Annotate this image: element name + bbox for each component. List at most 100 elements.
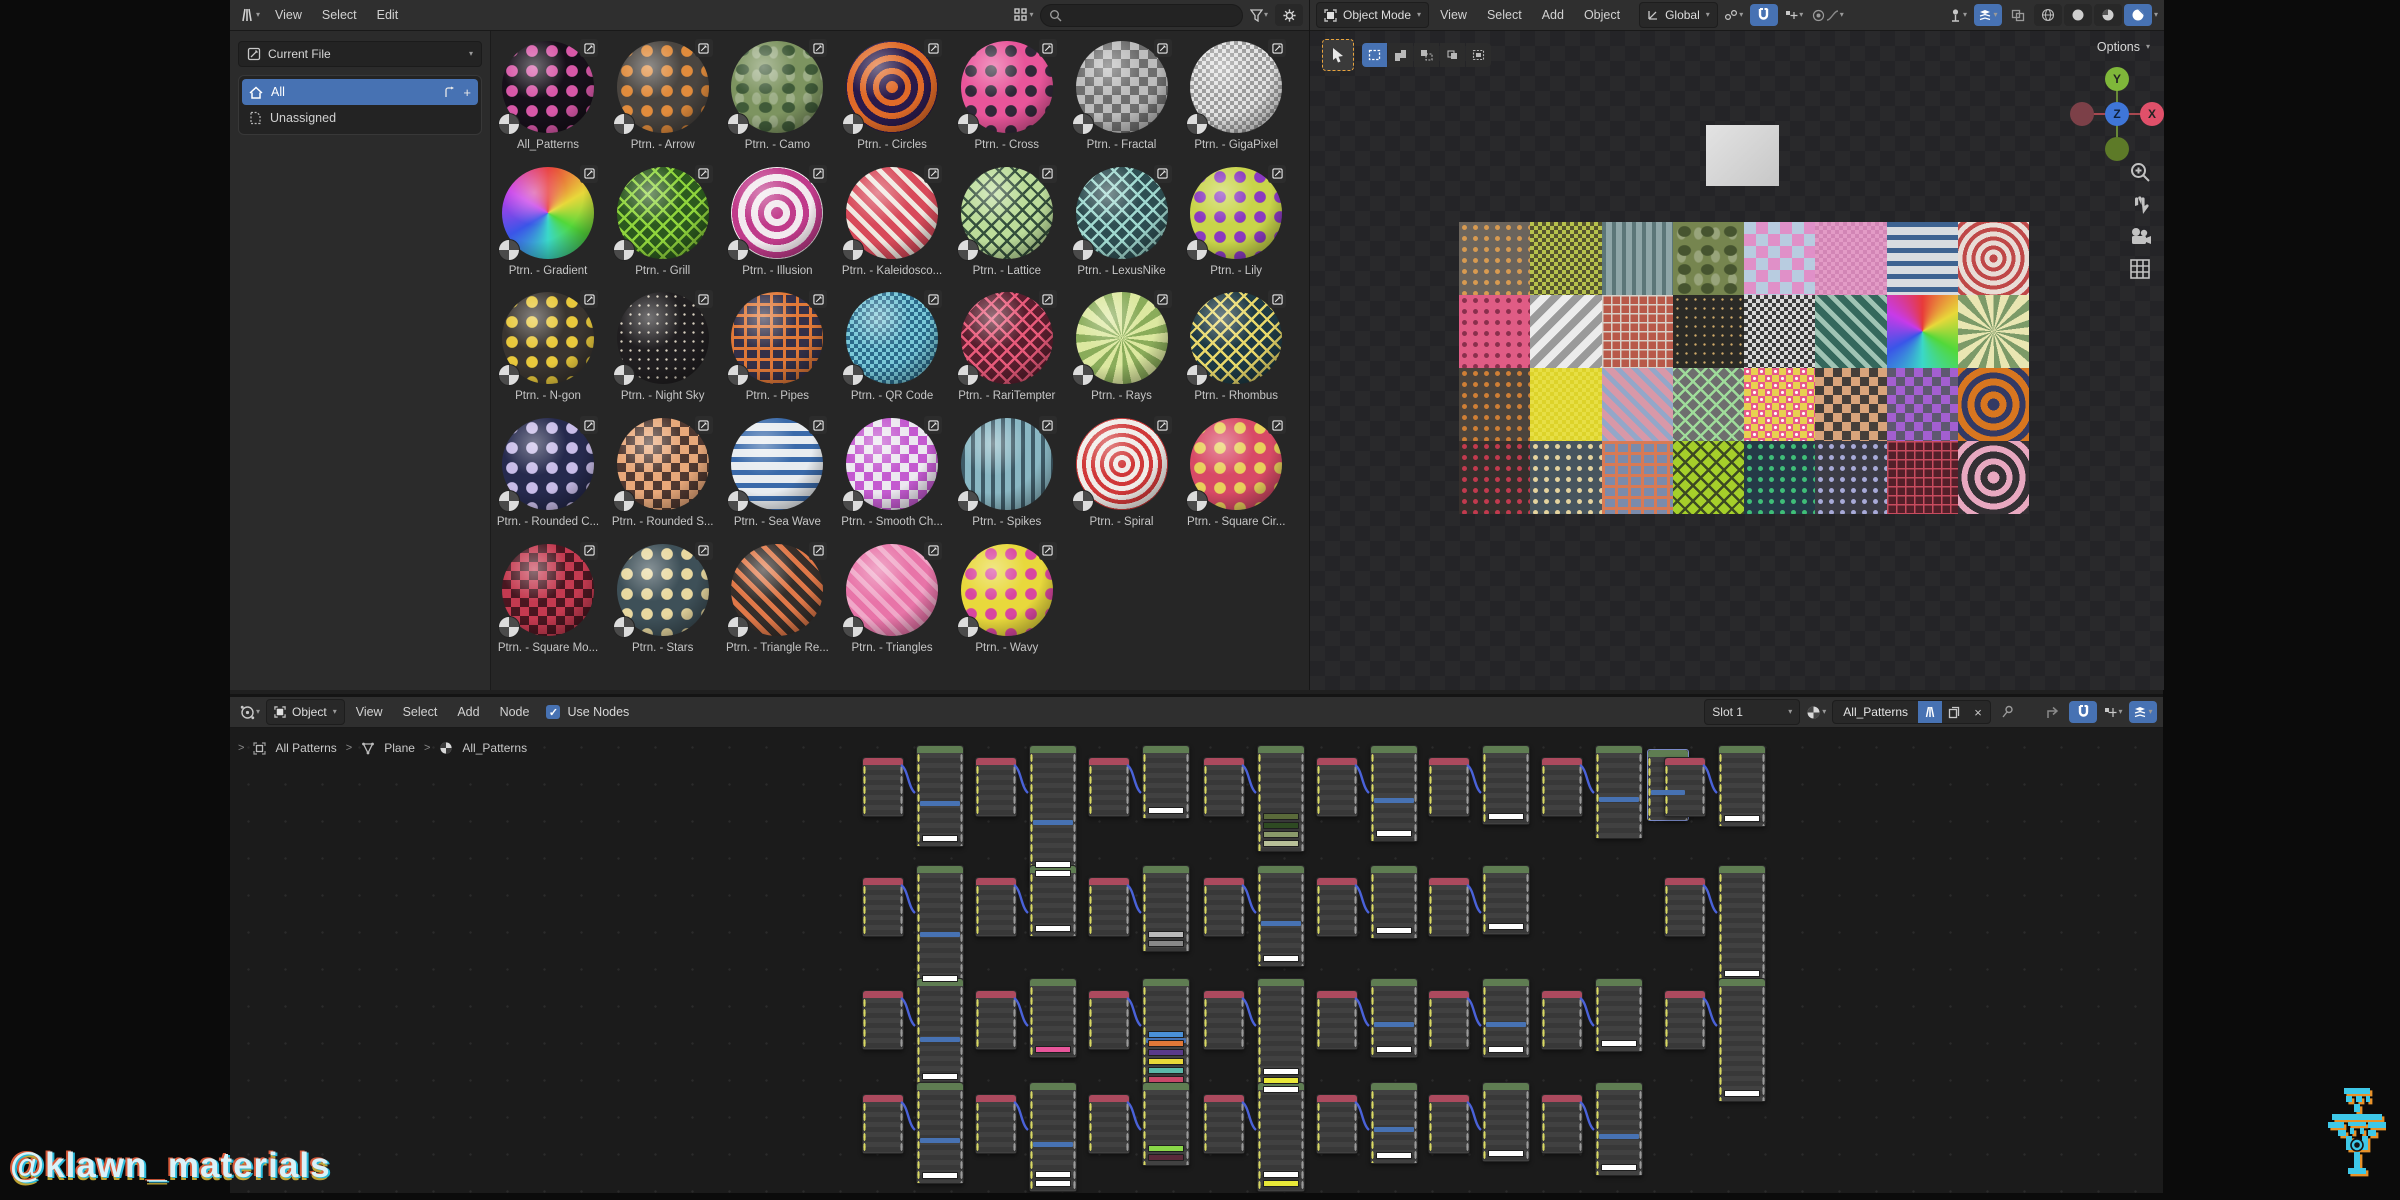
parent-node-tree-button[interactable] [2039,701,2067,723]
asset-item[interactable]: Ptrn. - QR Code [836,290,948,402]
snap-toggle-button[interactable] [1749,4,1778,26]
menu-object[interactable]: Object [1575,8,1629,22]
gizmo-axis-y[interactable]: Y [2105,67,2129,91]
menu-select[interactable]: Select [394,705,447,719]
texture-coordinate-node[interactable] [1428,1094,1470,1154]
tweak-tool-button[interactable] [1322,39,1354,71]
asset-item[interactable]: Ptrn. - Gradient [492,164,604,277]
texture-coordinate-node[interactable] [1316,757,1358,817]
node-cluster[interactable] [975,1082,1077,1192]
shading-wireframe-button[interactable] [2033,4,2062,26]
asset-item[interactable]: Ptrn. - RariTempter [951,290,1063,402]
texture-coordinate-node[interactable] [1316,1094,1358,1154]
asset-item[interactable]: Ptrn. - Smooth Ch... [836,416,948,528]
node-cluster[interactable] [1088,978,1190,1088]
node-cluster[interactable] [1203,745,1305,852]
texture-coordinate-node[interactable] [862,990,904,1050]
pattern-group-node[interactable] [916,745,964,847]
texture-coordinate-node[interactable] [1541,990,1583,1050]
node-cluster[interactable] [1316,745,1418,842]
asset-item[interactable]: Ptrn. - Square Mo... [492,541,604,654]
pattern-group-node[interactable] [1257,865,1305,967]
menu-edit[interactable]: Edit [368,8,408,22]
texture-coordinate-node[interactable] [975,990,1017,1050]
editor-type-asset-browser-icon[interactable]: ▾ [236,4,264,26]
node-cluster[interactable] [1428,865,1530,937]
pattern-group-node[interactable] [1370,1082,1418,1164]
texture-coordinate-node[interactable] [1088,757,1130,817]
pattern-group-node[interactable] [1029,745,1077,882]
node-cluster[interactable] [862,1082,964,1184]
asset-item[interactable]: Ptrn. - Stars [607,541,719,654]
pattern-group-node[interactable] [1257,745,1305,852]
texture-coordinate-node[interactable] [1316,990,1358,1050]
asset-item[interactable]: Ptrn. - Camo [721,39,833,151]
asset-item[interactable]: Ptrn. - Square Cir... [1180,416,1292,528]
camera-view-icon[interactable] [2128,227,2152,247]
asset-item[interactable]: Ptrn. - Spikes [951,416,1063,528]
gizmo-axis-y-neg[interactable] [2105,137,2129,161]
menu-add[interactable]: Add [1533,8,1573,22]
node-cluster[interactable] [1088,1082,1190,1166]
transform-orientation-select[interactable]: Global ▾ [1639,2,1718,28]
pattern-group-node[interactable] [1718,745,1766,827]
node-cluster[interactable] [1541,978,1643,1052]
pattern-group-node[interactable] [1370,865,1418,939]
menu-select[interactable]: Select [1478,8,1531,22]
mode-select[interactable]: Object Mode ▾ [1316,2,1430,28]
asset-item[interactable]: Ptrn. - Rays [1066,290,1178,402]
catalog-row-all[interactable]: All + [242,79,478,105]
asset-item[interactable]: Ptrn. - Grill [607,164,719,277]
pattern-group-node[interactable] [1370,978,1418,1058]
node-cluster[interactable] [975,978,1077,1058]
node-snap-target-button[interactable]: ▾ [2099,701,2127,723]
pattern-group-node[interactable] [1482,978,1530,1058]
texture-coordinate-node[interactable] [1203,990,1245,1050]
texture-coordinate-node[interactable] [862,1094,904,1154]
shading-material-button[interactable] [2093,4,2122,26]
texture-coordinate-node[interactable] [1664,757,1706,817]
asset-item[interactable]: All_Patterns [492,39,604,151]
node-cluster[interactable] [1203,978,1305,1098]
navigation-gizmo[interactable]: Y X Z [2062,59,2164,169]
new-material-copy-button[interactable] [1942,701,1966,723]
asset-item[interactable]: Ptrn. - Pipes [721,290,833,402]
node-cluster[interactable] [862,745,964,847]
node-cluster[interactable] [1203,865,1305,967]
material-name-field[interactable]: All_Patterns × [1832,700,1991,724]
node-overlays-button[interactable]: ▾ [2129,701,2157,723]
asset-item[interactable]: Ptrn. - Kaleidosco... [836,164,948,277]
asset-item[interactable]: Ptrn. - N-gon [492,290,604,402]
texture-coordinate-node[interactable] [975,877,1017,937]
pattern-group-node[interactable] [1718,865,1766,982]
pattern-group-node[interactable] [1142,745,1190,819]
display-size-button[interactable]: ▾ [1010,4,1038,26]
texture-coordinate-node[interactable] [1088,990,1130,1050]
texture-coordinate-node[interactable] [1316,877,1358,937]
asset-item[interactable]: Ptrn. - Rounded S... [607,416,719,528]
toggle-ortho-grid-icon[interactable] [2129,258,2151,280]
pattern-group-node[interactable] [1595,745,1643,839]
pattern-group-node[interactable] [1142,978,1190,1088]
texture-coordinate-node[interactable] [1541,1094,1583,1154]
node-cluster[interactable] [975,745,1077,882]
menu-view[interactable]: View [1431,8,1476,22]
select-subtract-button[interactable] [1414,43,1439,67]
asset-item[interactable]: Ptrn. - Triangles [836,541,948,654]
editor-type-shader-icon[interactable]: ▾ [236,701,264,723]
select-extend-button[interactable] [1388,43,1413,67]
pattern-group-node[interactable] [1482,1082,1530,1162]
material-browse-button[interactable]: ▾ [1802,701,1830,723]
viewport-canvas[interactable]: Options ▾ Y X Z [1310,31,2164,690]
asset-item[interactable]: Ptrn. - Circles [836,39,948,151]
asset-library-select[interactable]: Current File ▾ [238,41,482,67]
node-cluster[interactable] [1541,1082,1643,1176]
shader-type-select[interactable]: Object ▾ [266,699,345,725]
menu-select[interactable]: Select [313,8,366,22]
asset-item[interactable]: Ptrn. - Rhombus [1180,290,1292,402]
pattern-group-node[interactable] [1257,978,1305,1098]
gizmo-axis-x-neg[interactable] [2070,102,2094,126]
node-cluster[interactable] [1088,745,1190,819]
menu-node[interactable]: Node [491,705,539,719]
select-invert-button[interactable] [1440,43,1465,67]
